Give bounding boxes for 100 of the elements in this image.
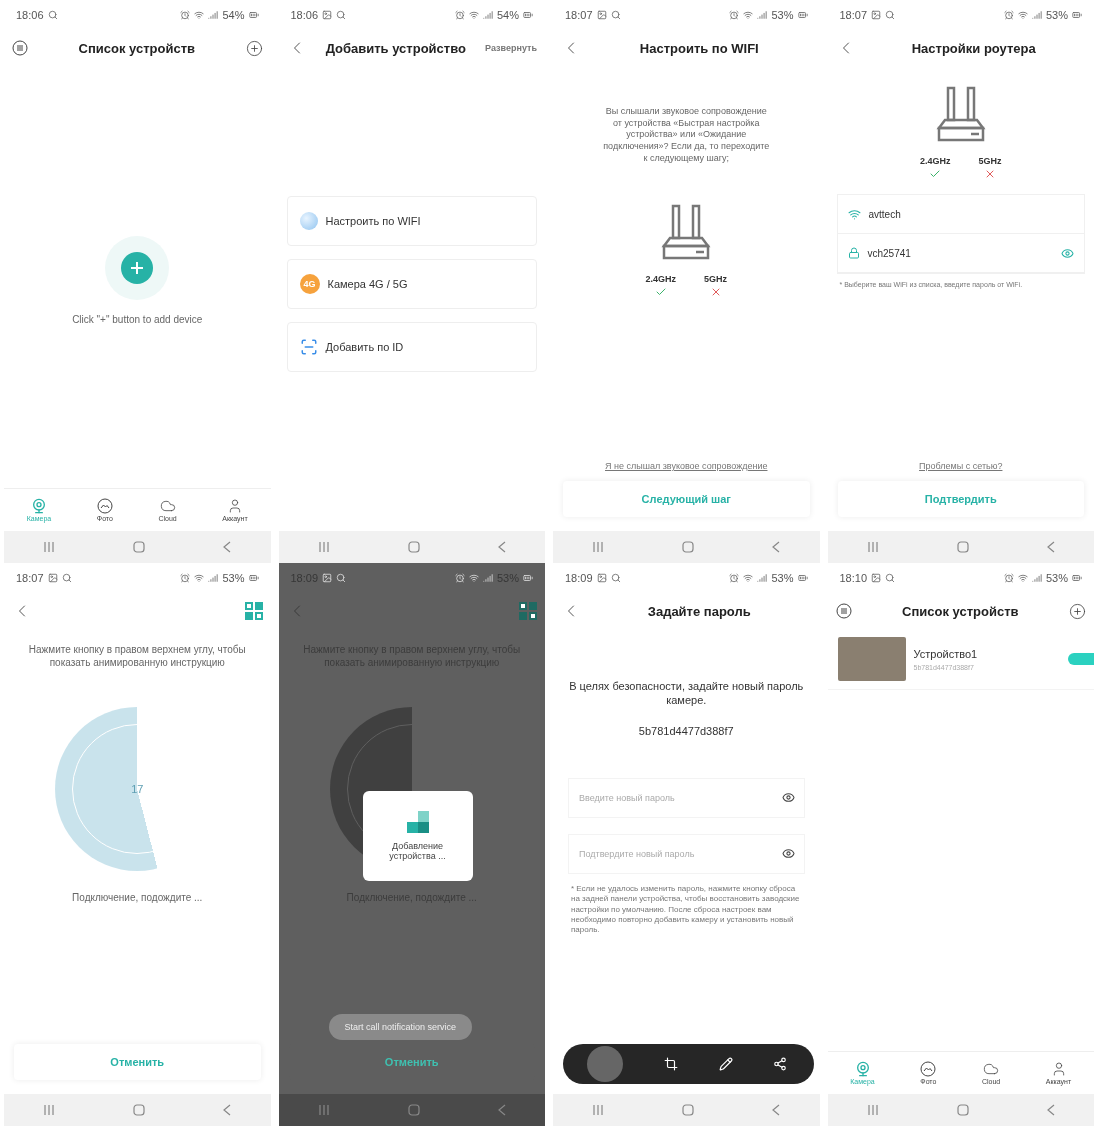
wifi-icon xyxy=(468,573,479,583)
help-link[interactable]: Я не слышал звуковое сопровождение xyxy=(605,461,768,471)
back-icon[interactable] xyxy=(497,1104,506,1116)
network-name: avttech xyxy=(868,208,902,220)
screen-title: Настройки роутера xyxy=(910,40,1037,56)
webcam-icon xyxy=(31,498,47,514)
back-icon[interactable] xyxy=(223,541,232,553)
option-card[interactable]: 4G Камера 4G / 5G xyxy=(286,259,537,309)
recents-icon[interactable] xyxy=(592,541,605,553)
bubble-icon xyxy=(299,212,318,230)
band-label: 5GHz xyxy=(978,156,1002,166)
back-icon[interactable] xyxy=(1046,541,1055,553)
search-icon xyxy=(610,10,621,20)
home-icon[interactable] xyxy=(956,1104,969,1116)
toast-message: Start call notification service xyxy=(328,1014,473,1040)
home-icon[interactable] xyxy=(133,541,146,553)
qr-icon[interactable] xyxy=(244,602,263,620)
photo-placeholder xyxy=(837,637,906,681)
wifi-icon xyxy=(194,10,205,20)
back-icon[interactable] xyxy=(772,1104,781,1116)
recents-icon[interactable] xyxy=(317,541,330,553)
status-message: Подключение, подождите ... xyxy=(71,891,204,904)
home-icon[interactable] xyxy=(682,541,695,553)
search-icon xyxy=(610,573,621,583)
device-id: 5b781d4477d388f7 xyxy=(637,723,735,738)
back-icon[interactable] xyxy=(223,1104,232,1116)
photo-icon xyxy=(96,498,113,514)
crop-icon[interactable] xyxy=(663,1057,678,1071)
recents-icon[interactable] xyxy=(43,1104,56,1116)
back-icon[interactable] xyxy=(497,541,506,553)
instruction-text: Вы слышали звуковое сопровождение от устройства «Быстрая настройка устройства» или «Ожидание подключения»? Если да, то переходите к следующему шагу; xyxy=(602,106,771,165)
account-icon xyxy=(227,498,243,514)
share-icon[interactable] xyxy=(773,1057,788,1071)
battery-level: 54% xyxy=(222,9,245,21)
back-icon[interactable] xyxy=(1046,1104,1055,1116)
menu-icon[interactable] xyxy=(835,603,852,619)
cloud-icon xyxy=(983,1061,1000,1077)
alarm-icon xyxy=(454,573,465,583)
battery-icon xyxy=(523,573,533,583)
battery-icon xyxy=(248,10,259,20)
signal-icon xyxy=(482,573,493,583)
add-icon[interactable] xyxy=(245,39,263,57)
add-icon[interactable] xyxy=(1069,602,1086,620)
battery-level: 53% xyxy=(1045,9,1068,21)
progress-value: 17 xyxy=(131,783,144,795)
cloud-icon xyxy=(159,498,176,514)
recents-icon[interactable] xyxy=(866,1104,879,1116)
alarm-icon xyxy=(454,10,465,20)
eye-icon[interactable] xyxy=(781,790,795,804)
device-name: Устройство1 xyxy=(913,647,979,660)
battery-level: 53% xyxy=(771,9,794,21)
signal-icon xyxy=(1031,573,1042,583)
screen-title: Задайте пароль xyxy=(646,603,752,619)
search-icon xyxy=(47,10,58,20)
recents-icon[interactable] xyxy=(866,541,879,553)
battery-icon xyxy=(523,10,533,20)
option-card[interactable]: Настроить по WIFI xyxy=(286,196,537,246)
cellular-badge: 4G xyxy=(299,274,320,294)
wifi-icon xyxy=(194,573,205,583)
password-field[interactable]: Введите новый пароль xyxy=(568,777,805,818)
status-time: 18:10 xyxy=(839,572,868,584)
recents-icon[interactable] xyxy=(592,1104,605,1116)
home-icon[interactable] xyxy=(133,1104,146,1116)
eye-icon[interactable] xyxy=(781,846,795,860)
lock-icon xyxy=(847,247,860,259)
signal-icon xyxy=(757,573,768,583)
alarm-icon xyxy=(1003,573,1014,583)
wifi-icon xyxy=(1017,10,1028,20)
alarm-icon xyxy=(729,573,740,583)
wifi-icon xyxy=(1017,573,1028,583)
battery-level: 53% xyxy=(222,572,245,584)
status-time: 18:06 xyxy=(290,9,319,21)
home-icon[interactable] xyxy=(956,541,969,553)
home-icon[interactable] xyxy=(407,1104,420,1116)
photo-icon xyxy=(920,1061,937,1077)
option-card[interactable]: Добавить по ID xyxy=(286,322,537,372)
back-icon[interactable] xyxy=(772,541,781,553)
screen-title: Список устройств xyxy=(77,40,196,56)
recents-icon[interactable] xyxy=(317,1104,330,1116)
wifi-icon xyxy=(743,10,754,20)
squares-icon xyxy=(406,811,429,833)
home-icon[interactable] xyxy=(407,541,420,553)
home-icon[interactable] xyxy=(682,1104,695,1116)
screen-title: Настроить по WIFI xyxy=(638,40,760,56)
plus-icon xyxy=(130,261,145,275)
qr-icon[interactable] xyxy=(519,602,537,620)
menu-icon[interactable] xyxy=(12,40,28,56)
instruction-text: Нажмите кнопку в правом верхнем углу, чтобы показать анимированную инструкцию xyxy=(27,643,247,669)
band-label: 2.4GHz xyxy=(920,156,951,166)
recents-icon[interactable] xyxy=(43,541,56,553)
signal-icon xyxy=(208,10,219,20)
wifi-icon xyxy=(468,10,479,20)
intro-text: В целях безопасности, задайте новый пароль камере. xyxy=(568,679,805,708)
pencil-icon[interactable] xyxy=(718,1057,733,1071)
expand-link[interactable]: Развернуть xyxy=(485,43,537,53)
password-field[interactable]: Подтвердите новый пароль xyxy=(568,833,805,874)
dialog-text: Добавление устройства ... xyxy=(388,841,447,861)
help-link[interactable]: Проблемы с сетью? xyxy=(919,461,1003,471)
thumbnail-placeholder xyxy=(587,1046,624,1082)
add-device-button[interactable] xyxy=(121,252,154,284)
